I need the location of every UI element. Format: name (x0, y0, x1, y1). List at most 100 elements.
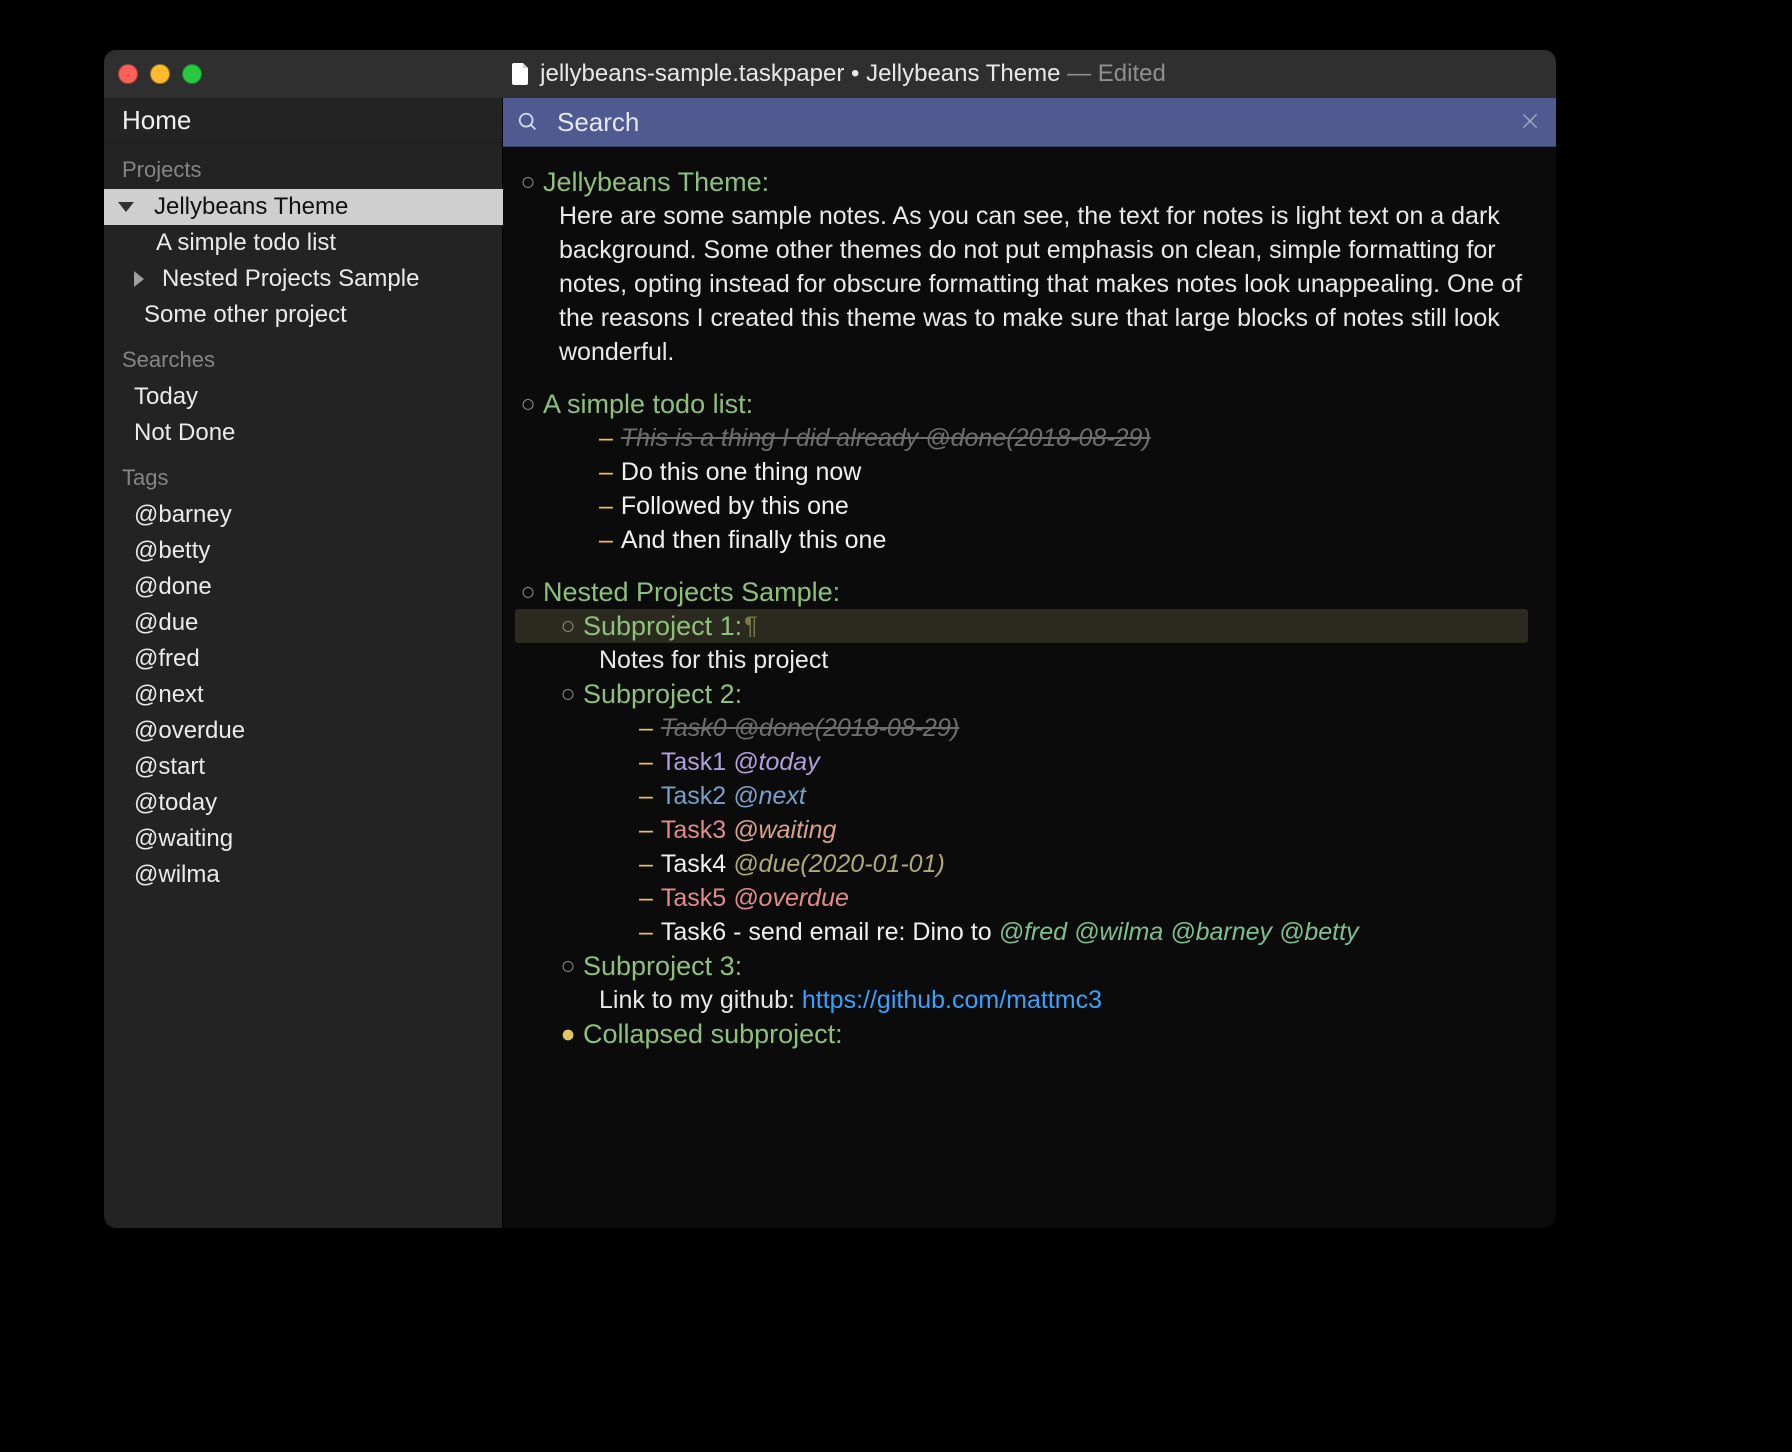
sidebar-item-some-other-project[interactable]: Some other project (104, 297, 503, 333)
sidebar-item-label: @next (134, 681, 204, 709)
document-content[interactable]: ○ Jellybeans Theme: Here are some sample… (503, 147, 1556, 1091)
task-line-done[interactable]: – Task0 @done(2018-08-29) (515, 711, 1538, 745)
sidebar-item-label: Jellybeans Theme (144, 193, 348, 221)
project-heading[interactable]: ○ Nested Projects Sample: (515, 575, 1538, 609)
subproject-heading-collapsed[interactable]: ● Collapsed subproject: (515, 1017, 1538, 1051)
task-line-today[interactable]: – Task1 @today (515, 745, 1538, 779)
minimize-window-button[interactable] (150, 64, 170, 84)
task-dash-icon: – (639, 779, 653, 813)
task-dash-icon: – (639, 847, 653, 881)
outline-bullet-filled-icon: ● (559, 1017, 577, 1051)
sidebar-tag-barney[interactable]: @barney (104, 497, 503, 533)
sidebar-tag-waiting[interactable]: @waiting (104, 821, 503, 857)
task-tag: @waiting (733, 813, 836, 847)
sidebar-item-label: Nested Projects Sample (154, 265, 419, 293)
task-dash-icon: – (639, 881, 653, 915)
clear-search-icon[interactable] (1520, 111, 1542, 133)
sidebar-item-label: @start (134, 753, 205, 781)
note-text: Link to my github: (599, 983, 795, 1017)
task-line-due[interactable]: – Task4 @due(2020-01-01) (515, 847, 1538, 881)
sidebar-item-label: @betty (134, 537, 210, 565)
project-title: Subproject 2: (583, 677, 742, 711)
subproject-heading[interactable]: ○ Subproject 3: (515, 949, 1538, 983)
task-line[interactable]: – And then finally this one (515, 523, 1538, 557)
sidebar-search-not-done[interactable]: Not Done (104, 415, 503, 451)
sidebar-item-label: A simple todo list (118, 229, 336, 257)
task-line[interactable]: – Followed by this one (515, 489, 1538, 523)
task-tag: @today (733, 745, 820, 779)
search-bar[interactable] (503, 98, 1556, 147)
task-tag: @done(2018-08-29) (925, 424, 1151, 452)
task-dash-icon: – (639, 711, 653, 745)
sidebar-tag-overdue[interactable]: @overdue (104, 713, 503, 749)
sidebar-tag-betty[interactable]: @betty (104, 533, 503, 569)
note-line-with-link[interactable]: Link to my github: https://github.com/ma… (515, 983, 1538, 1017)
task-dash-icon: – (599, 421, 613, 455)
subproject-heading[interactable]: ○ Subproject 2: (515, 677, 1538, 711)
task-line-mentions[interactable]: – Task6 - send email re: Dino to @fred @… (515, 915, 1538, 949)
sidebar-tag-today[interactable]: @today (104, 785, 503, 821)
outline-bullet-icon: ○ (519, 575, 537, 609)
note-line[interactable]: Notes for this project (515, 643, 1538, 677)
task-line-done[interactable]: – This is a thing I did already @done(20… (515, 421, 1538, 455)
tags-header: Tags (104, 459, 503, 497)
task-dash-icon: – (639, 813, 653, 847)
task-dash-icon: – (639, 915, 653, 949)
project-heading[interactable]: ○ Jellybeans Theme: (515, 165, 1538, 199)
home-button[interactable]: Home (104, 98, 503, 143)
mention-tag: @fred (999, 915, 1067, 949)
link[interactable]: https://github.com/mattmc3 (802, 983, 1102, 1017)
project-title: A simple todo list: (543, 387, 753, 421)
project-title: Subproject 3: (583, 949, 742, 983)
sidebar-item-jellybeans-theme[interactable]: Jellybeans Theme (104, 189, 503, 225)
sidebar-search-today[interactable]: Today (104, 379, 503, 415)
task-dash-icon: – (599, 455, 613, 489)
projects-group: Projects Jellybeans Theme A simple todo … (104, 143, 503, 333)
task-text: Task0 (661, 714, 727, 742)
searches-group: Searches Today Not Done (104, 333, 503, 451)
subproject-heading-selected[interactable]: ○ Subproject 1:¶ (515, 609, 1528, 643)
sidebar-tag-wilma[interactable]: @wilma (104, 857, 503, 893)
task-tag: @next (733, 779, 806, 813)
sidebar-item-label: @today (134, 789, 217, 817)
task-text: This is a thing I did already (621, 424, 918, 452)
sidebar-tag-fred[interactable]: @fred (104, 641, 503, 677)
note-line[interactable]: Here are some sample notes. As you can s… (515, 199, 1538, 369)
search-input[interactable] (555, 106, 1520, 139)
chevron-down-icon (118, 202, 134, 212)
task-text: Task4 (661, 847, 726, 881)
mention-tag: @barney (1170, 915, 1272, 949)
task-line-waiting[interactable]: – Task3 @waiting (515, 813, 1538, 847)
task-dash-icon: – (599, 489, 613, 523)
projects-header: Projects (104, 151, 503, 189)
task-line-overdue[interactable]: – Task5 @overdue (515, 881, 1538, 915)
editor: ○ Jellybeans Theme: Here are some sample… (503, 98, 1556, 1228)
task-text: Followed by this one (621, 489, 849, 523)
project-title: Nested Projects Sample: (543, 575, 840, 609)
project-heading[interactable]: ○ A simple todo list: (515, 387, 1538, 421)
mention-tag: @wilma (1074, 915, 1163, 949)
sidebar-item-label: @fred (134, 645, 200, 673)
sidebar-item-label: @waiting (134, 825, 233, 853)
task-text: Task3 (661, 813, 726, 847)
close-window-button[interactable] (118, 64, 138, 84)
document-filename: jellybeans-sample.taskpaper (540, 60, 844, 87)
sidebar-item-simple-todo[interactable]: A simple todo list (104, 225, 503, 261)
task-line[interactable]: – Do this one thing now (515, 455, 1538, 489)
sidebar-item-label: @done (134, 573, 212, 601)
sidebar-tag-done[interactable]: @done (104, 569, 503, 605)
title-dash: — (1067, 60, 1091, 87)
outline-bullet-icon: ○ (519, 165, 537, 199)
sidebar-tag-start[interactable]: @start (104, 749, 503, 785)
task-line-next[interactable]: – Task2 @next (515, 779, 1538, 813)
tags-group: Tags @barney @betty @done @due @fred @ne… (104, 451, 503, 893)
window-title: jellybeans-sample.taskpaper • Jellybeans… (540, 60, 1166, 88)
note-text: Here are some sample notes. As you can s… (559, 199, 1538, 369)
sidebar-item-nested-projects[interactable]: Nested Projects Sample (104, 261, 503, 297)
titlebar: jellybeans-sample.taskpaper • Jellybeans… (104, 50, 1556, 98)
sidebar-tag-next[interactable]: @next (104, 677, 503, 713)
app-window: jellybeans-sample.taskpaper • Jellybeans… (104, 50, 1556, 1228)
home-label: Home (122, 105, 191, 136)
sidebar-tag-due[interactable]: @due (104, 605, 503, 641)
zoom-window-button[interactable] (182, 64, 202, 84)
